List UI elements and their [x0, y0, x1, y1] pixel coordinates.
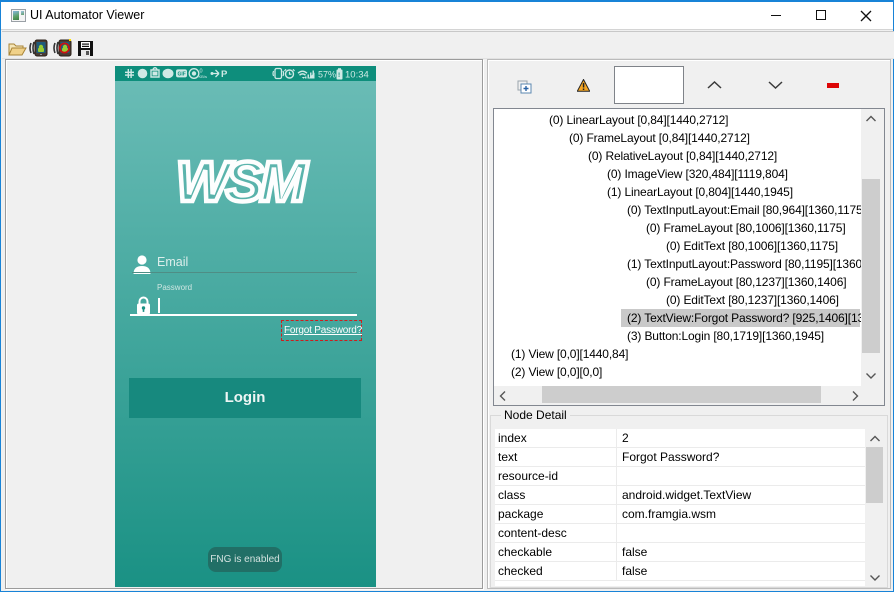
svg-text:!: !	[338, 72, 340, 79]
svg-text:GIF: GIF	[178, 72, 186, 78]
svg-text:10:34: 10:34	[345, 70, 369, 81]
svg-text:P: P	[221, 69, 228, 80]
svg-text:57%: 57%	[318, 70, 336, 80]
svg-text:KB/s: KB/s	[199, 74, 207, 79]
